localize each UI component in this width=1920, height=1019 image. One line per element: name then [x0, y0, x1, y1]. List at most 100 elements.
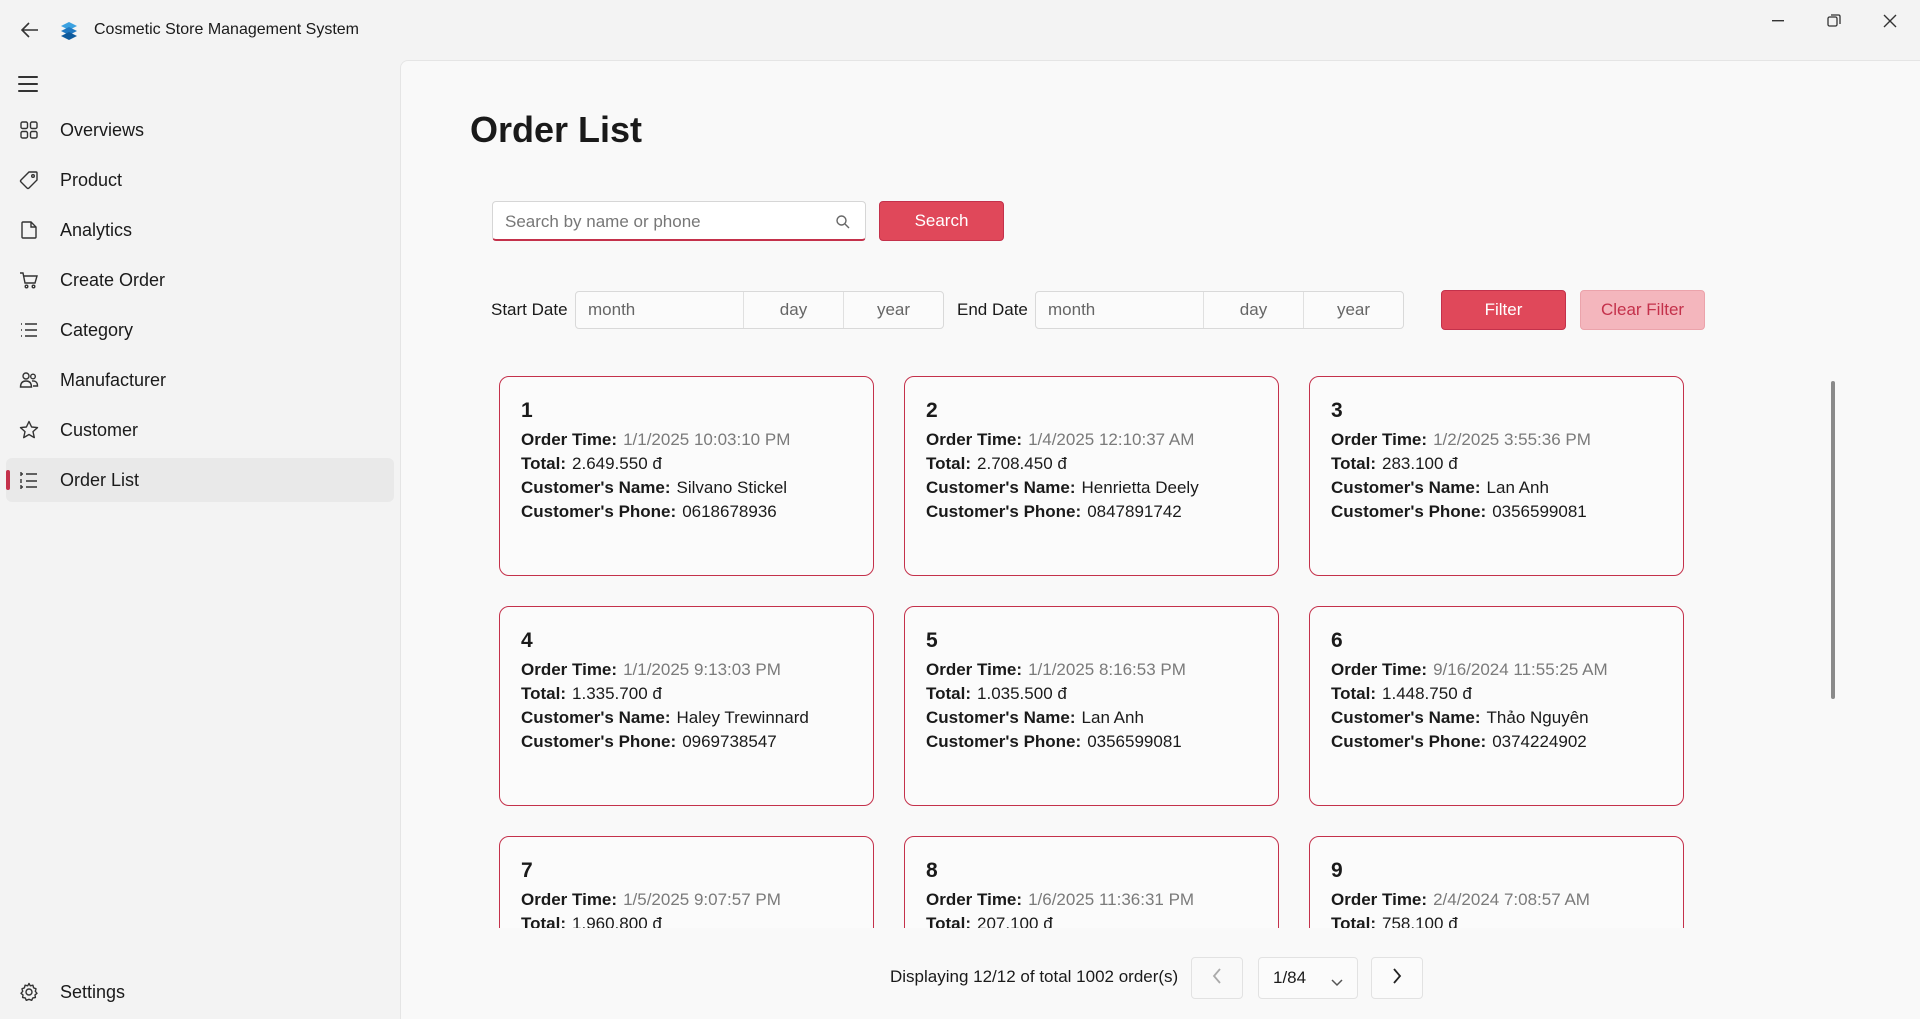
- minimize-icon[interactable]: [1756, 6, 1800, 36]
- sidebar-item-create-order[interactable]: Create Order: [6, 258, 394, 302]
- sidebar-item-product[interactable]: Product: [6, 158, 394, 202]
- order-number: 3: [1331, 399, 1343, 422]
- customer-phone-value: 0618678936: [682, 502, 777, 521]
- gear-icon: [18, 981, 40, 1003]
- clear-filter-button[interactable]: Clear Filter: [1580, 290, 1705, 330]
- order-number: 2: [926, 399, 938, 422]
- sidebar-item-settings[interactable]: Settings: [6, 970, 394, 1014]
- end-date-label: End Date: [957, 300, 1028, 319]
- search-button[interactable]: Search: [879, 201, 1004, 241]
- order-number: 7: [521, 859, 533, 882]
- hamburger-menu-icon[interactable]: [18, 72, 42, 96]
- sidebar-item-label: Customer: [60, 419, 139, 440]
- vertical-scrollbar[interactable]: [1831, 381, 1835, 699]
- order-time-label: Order Time:: [521, 430, 618, 449]
- order-time-value: 1/1/2025 9:13:03 PM: [623, 660, 781, 679]
- order-card[interactable]: 6 Order Time: 9/16/2024 11:55:25 AM Total…: [1309, 606, 1684, 806]
- total-value: 1.335.700 đ: [572, 684, 662, 703]
- order-time-label: Order Time:: [926, 890, 1023, 909]
- start-day-field[interactable]: day: [744, 292, 844, 328]
- order-card[interactable]: 9 Order Time: 2/4/2024 7:08:57 AM Total: 7…: [1309, 836, 1684, 928]
- customer-phone-value: 0847891742: [1087, 502, 1182, 521]
- order-time-value: 2/4/2024 7:08:57 AM: [1433, 890, 1590, 909]
- restore-icon[interactable]: [1812, 6, 1856, 36]
- total-value: 2.649.550 đ: [572, 454, 662, 473]
- total-label: Total:: [521, 454, 567, 473]
- order-card[interactable]: 8 Order Time: 1/6/2025 11:36:31 PM Total:…: [904, 836, 1279, 928]
- customer-phone-label: Customer's Phone:: [521, 732, 677, 751]
- search-box[interactable]: [492, 201, 866, 241]
- order-time-value: 1/6/2025 11:36:31 PM: [1028, 890, 1195, 909]
- total-value: 758.100 đ: [1382, 914, 1458, 928]
- order-time-value: 1/1/2025 10:03:10 PM: [623, 430, 791, 449]
- sidebar-item-customer[interactable]: Customer: [6, 408, 394, 452]
- total-label: Total:: [521, 914, 567, 928]
- sidebar-item-analytics[interactable]: Analytics: [6, 208, 394, 252]
- sidebar-item-label: Overviews: [60, 119, 145, 140]
- total-label: Total:: [1331, 914, 1377, 928]
- order-card[interactable]: 7 Order Time: 1/5/2025 9:07:57 PM Total: 1…: [499, 836, 874, 928]
- customer-phone-label: Customer's Phone:: [521, 502, 677, 521]
- end-month-field[interactable]: month: [1036, 292, 1204, 328]
- order-time-label: Order Time:: [1331, 660, 1428, 679]
- close-icon[interactable]: [1868, 6, 1912, 36]
- next-page-button[interactable]: [1371, 957, 1423, 999]
- customer-name-value: Henrietta Deely: [1081, 478, 1199, 497]
- sidebar-nav: Overviews Product Analytics Create Order…: [6, 108, 394, 508]
- order-card[interactable]: 1 Order Time: 1/1/2025 10:03:10 PM Total:…: [499, 376, 874, 576]
- end-year-field[interactable]: year: [1304, 292, 1403, 328]
- order-card[interactable]: 3 Order Time: 1/2/2025 3:55:36 PM Total: 2…: [1309, 376, 1684, 576]
- previous-page-button[interactable]: [1191, 957, 1243, 999]
- chevron-right-icon: [1392, 967, 1402, 989]
- order-card[interactable]: 4 Order Time: 1/1/2025 9:13:03 PM Total: 1…: [499, 606, 874, 806]
- sidebar-item-label: Product: [60, 169, 123, 190]
- customer-name-label: Customer's Name:: [926, 708, 1076, 727]
- customer-phone-label: Customer's Phone:: [1331, 502, 1487, 521]
- total-value: 1.035.500 đ: [977, 684, 1067, 703]
- order-card[interactable]: 2 Order Time: 1/4/2025 12:10:37 AM Total:…: [904, 376, 1279, 576]
- total-label: Total:: [926, 684, 972, 703]
- page-select[interactable]: 1/84: [1258, 957, 1358, 999]
- total-value: 207.100 đ: [977, 914, 1053, 928]
- sidebar-item-manufacturer[interactable]: Manufacturer: [6, 358, 394, 402]
- tag-icon: [18, 169, 40, 191]
- end-day-field[interactable]: day: [1204, 292, 1304, 328]
- page-select-value: 1/84: [1273, 968, 1307, 987]
- main-content: Order List Search Start Date month day y…: [400, 60, 1920, 1019]
- order-time-value: 9/16/2024 11:55:25 AM: [1433, 660, 1608, 679]
- back-arrow-icon[interactable]: [16, 16, 44, 44]
- order-time-label: Order Time:: [1331, 890, 1428, 909]
- filter-button[interactable]: Filter: [1441, 290, 1566, 330]
- search-icon[interactable]: [835, 214, 851, 230]
- start-month-field[interactable]: month: [576, 292, 744, 328]
- chevron-left-icon: [1212, 967, 1222, 989]
- sidebar-item-label: Manufacturer: [60, 369, 167, 390]
- sidebar-item-category[interactable]: Category: [6, 308, 394, 352]
- pagination-summary: Displaying 12/12 of total 1002 order(s): [890, 967, 1179, 986]
- start-date-label: Start Date: [491, 300, 568, 319]
- customer-name-label: Customer's Name:: [1331, 478, 1481, 497]
- customer-phone-label: Customer's Phone:: [926, 732, 1082, 751]
- total-value: 1.960.800 đ: [572, 914, 662, 928]
- start-year-field[interactable]: year: [844, 292, 943, 328]
- order-number: 4: [521, 629, 533, 652]
- order-time-value: 1/5/2025 9:07:57 PM: [623, 890, 781, 909]
- customer-name-value: Lan Anh: [1486, 478, 1549, 497]
- sidebar-item-order-list[interactable]: Order List: [6, 458, 394, 502]
- search-input[interactable]: [505, 210, 825, 234]
- total-label: Total:: [1331, 454, 1377, 473]
- start-date-picker[interactable]: month day year: [575, 291, 944, 329]
- sidebar-item-overviews[interactable]: Overviews: [6, 108, 394, 152]
- order-number: 9: [1331, 859, 1343, 882]
- sidebar-item-label: Category: [60, 319, 134, 340]
- end-date-picker[interactable]: month day year: [1035, 291, 1404, 329]
- sidebar-item-label: Create Order: [60, 269, 166, 290]
- customer-name-value: Haley Trewinnard: [676, 708, 809, 727]
- customer-phone-value: 0374224902: [1492, 732, 1587, 751]
- sidebar-item-label: Analytics: [60, 219, 133, 240]
- chevron-down-icon: [1331, 972, 1343, 992]
- total-label: Total:: [926, 914, 972, 928]
- customer-name-value: Lan Anh: [1081, 708, 1144, 727]
- order-card[interactable]: 5 Order Time: 1/1/2025 8:16:53 PM Total: 1…: [904, 606, 1279, 806]
- grid-icon: [18, 119, 40, 141]
